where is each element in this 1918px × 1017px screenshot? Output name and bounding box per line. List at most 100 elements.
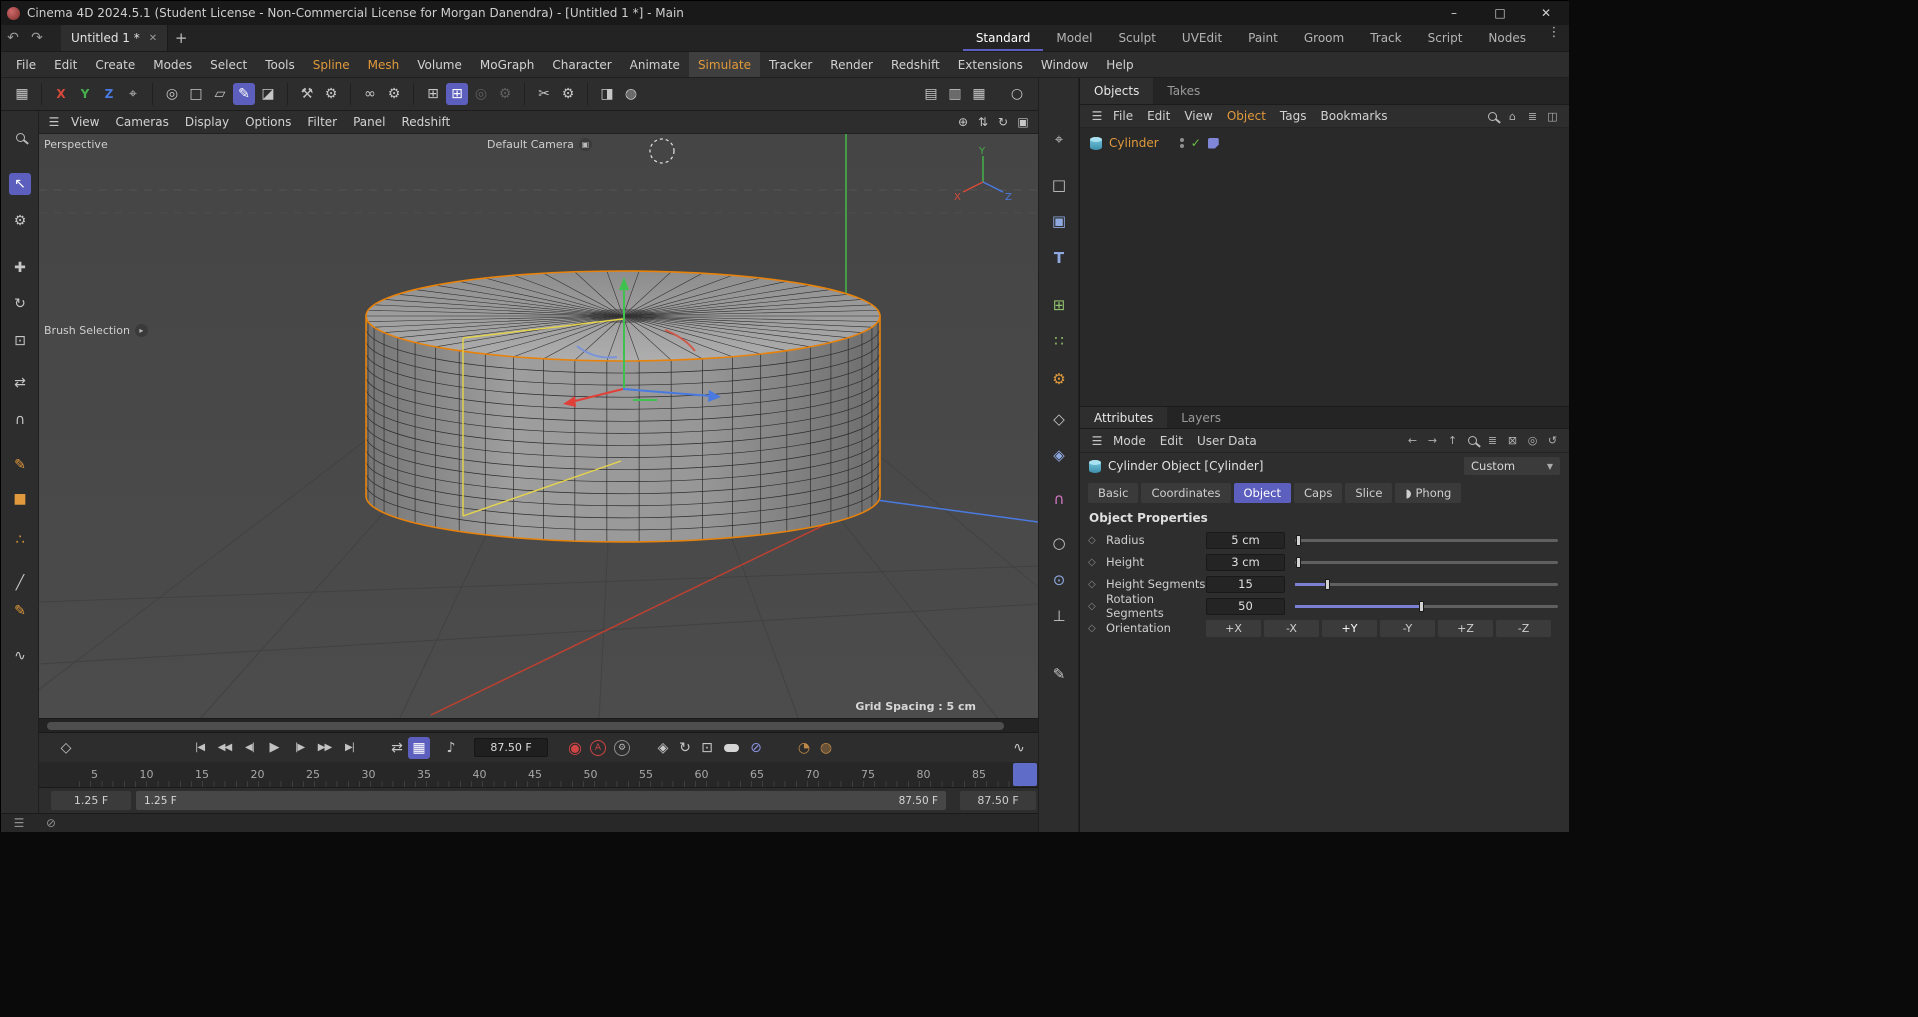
key-diamond-icon[interactable]: ◇ xyxy=(1088,557,1100,568)
range-slider[interactable]: 1.25 F 87.50 F xyxy=(136,791,946,810)
focus-icon[interactable]: ◎ xyxy=(1524,432,1541,449)
objects-menu-bookmarks[interactable]: Bookmarks xyxy=(1314,105,1395,127)
slider-handle[interactable] xyxy=(1419,601,1424,612)
layout-tab-uvedit[interactable]: UVEdit xyxy=(1169,25,1235,51)
up-icon[interactable]: ↑ xyxy=(1444,432,1461,449)
layout-tab-groom[interactable]: Groom xyxy=(1291,25,1357,51)
lock-icon[interactable]: ⊠ xyxy=(1504,432,1521,449)
matrix-object-icon[interactable]: ∷ xyxy=(1048,330,1070,352)
objects-menu-view[interactable]: View xyxy=(1177,105,1219,127)
scale-tool-icon[interactable]: ⊡ xyxy=(9,330,31,352)
cube-primitive-icon[interactable]: □ xyxy=(185,83,207,105)
world-icon[interactable]: ◍ xyxy=(815,737,837,759)
radius-slider[interactable] xyxy=(1295,539,1558,542)
sphere-object-icon[interactable]: ○ xyxy=(1048,532,1070,554)
objects-menu-tags[interactable]: Tags xyxy=(1273,105,1314,127)
slider-handle[interactable] xyxy=(1296,557,1301,568)
simulation-settings-icon[interactable]: ⚙ xyxy=(383,83,405,105)
cloner-object-icon[interactable]: ⊞ xyxy=(1048,294,1070,316)
keyframe-settings-button[interactable]: ⚙ xyxy=(614,740,630,756)
pan-view-icon[interactable]: ⊕ xyxy=(954,113,972,131)
redo-icon[interactable]: ↷ xyxy=(25,30,49,46)
object-label[interactable]: Cylinder xyxy=(1109,136,1159,150)
spline-object-icon[interactable]: ◈ xyxy=(1048,444,1070,466)
modeling-tool-icon[interactable]: ⚒ xyxy=(296,83,318,105)
rotation-segments-slider[interactable] xyxy=(1295,605,1558,608)
tool-hint-badge-icon[interactable]: ▸ xyxy=(135,324,148,337)
orientation-button-py[interactable]: +Y xyxy=(1322,620,1377,637)
key-diamond-icon[interactable]: ◇ xyxy=(1088,601,1100,612)
modeling-settings-icon[interactable]: ⚙ xyxy=(320,83,342,105)
attributes-menu-edit[interactable]: Edit xyxy=(1153,429,1190,452)
camera-toggle-icon[interactable]: ▣ xyxy=(579,138,592,151)
document-tab[interactable]: Untitled 1 * ✕ xyxy=(61,25,168,51)
point-mode-icon[interactable]: ∴ xyxy=(9,529,31,551)
key-parameter-icon[interactable]: ⊡ xyxy=(696,737,718,759)
menu-mesh[interactable]: Mesh xyxy=(359,52,409,77)
autokey-off-icon[interactable]: ⊘ xyxy=(745,737,767,759)
menu-tracker[interactable]: Tracker xyxy=(760,52,821,77)
range-start-field[interactable]: 1.25 F xyxy=(51,791,131,810)
next-frame-button[interactable]: |▶ xyxy=(287,737,312,758)
camera-label[interactable]: Default Camera ▣ xyxy=(487,138,592,151)
rotate-tool-icon[interactable]: ↻ xyxy=(9,293,31,315)
layout-tab-standard[interactable]: Standard xyxy=(963,25,1044,51)
current-frame-field[interactable]: 87.50 F xyxy=(474,738,548,757)
maximize-button[interactable]: □ xyxy=(1477,1,1523,25)
prev-key-button[interactable]: ◀◀ xyxy=(212,737,237,758)
live-selection-tool-icon[interactable]: ↖ xyxy=(9,173,31,195)
panel-icon[interactable]: ◫ xyxy=(1544,108,1561,125)
field-object-icon[interactable]: ◇ xyxy=(1048,408,1070,430)
layout-tab-paint[interactable]: Paint xyxy=(1235,25,1291,51)
workplane-settings-icon[interactable]: ⚙ xyxy=(494,83,516,105)
next-key-button[interactable]: ▶▶ xyxy=(312,737,337,758)
playhead[interactable] xyxy=(1013,763,1037,786)
tab-attributes[interactable]: Attributes xyxy=(1080,407,1167,428)
slider-handle[interactable] xyxy=(1296,535,1301,546)
menu-window[interactable]: Window xyxy=(1032,52,1097,77)
attributes-menu-mode[interactable]: Mode xyxy=(1106,429,1153,452)
undo-icon[interactable]: ↶ xyxy=(1,30,25,46)
viewport-menu-icon[interactable]: ☰ xyxy=(45,113,63,131)
search-icon[interactable] xyxy=(1464,432,1481,449)
layout-tab-script[interactable]: Script xyxy=(1415,25,1476,51)
timeline-ruler[interactable]: 510152025303540455055606570758085 xyxy=(39,762,1038,787)
radius-field[interactable]: 5 cm xyxy=(1206,532,1285,549)
section-tab-caps[interactable]: Caps xyxy=(1294,483,1342,503)
menu-file[interactable]: File xyxy=(7,52,45,77)
play-button[interactable]: ▶ xyxy=(262,737,287,758)
enabled-check-icon[interactable]: ✓ xyxy=(1191,136,1201,150)
viewport-menu-panel[interactable]: Panel xyxy=(345,111,393,133)
rotation-segments-field[interactable]: 50 xyxy=(1206,598,1285,615)
tab-layers[interactable]: Layers xyxy=(1167,407,1235,428)
menu-select[interactable]: Select xyxy=(201,52,256,77)
height-slider[interactable] xyxy=(1295,561,1558,564)
clock-icon[interactable]: ◔ xyxy=(793,737,815,759)
camera-object-icon[interactable]: ⊙ xyxy=(1048,569,1070,591)
stage-object-icon[interactable]: ⊥ xyxy=(1048,605,1070,627)
menu-mograph[interactable]: MoGraph xyxy=(471,52,544,77)
snapping-grid-icon[interactable]: ⊞ xyxy=(446,83,468,105)
coordinate-system-icon[interactable]: ⌖ xyxy=(122,83,144,105)
forward-icon[interactable]: → xyxy=(1424,432,1441,449)
snap-tool-icon[interactable]: ∩ xyxy=(9,409,31,431)
fcurve-editor-icon[interactable]: ∿ xyxy=(1008,737,1030,759)
menu-tools[interactable]: Tools xyxy=(256,52,304,77)
spline-mode-icon[interactable]: ∿ xyxy=(9,645,31,667)
status-render-icon[interactable]: ⊘ xyxy=(43,815,59,831)
attributes-menu-icon[interactable]: ☰ xyxy=(1088,432,1106,450)
sound-toggle-icon[interactable]: ♪ xyxy=(440,737,462,759)
height-segments-slider[interactable] xyxy=(1295,583,1558,586)
key-diamond-icon[interactable]: ◇ xyxy=(1088,579,1100,590)
objects-menu-file[interactable]: File xyxy=(1106,105,1140,127)
height-field[interactable]: 3 cm xyxy=(1206,554,1285,571)
viewport-menu-options[interactable]: Options xyxy=(237,111,299,133)
close-tab-icon[interactable]: ✕ xyxy=(149,33,157,44)
close-button[interactable]: ✕ xyxy=(1523,1,1569,25)
menu-redshift[interactable]: Redshift xyxy=(882,52,949,77)
bevel-tool-icon[interactable]: ◪ xyxy=(257,83,279,105)
team-render-icon[interactable]: ▦ xyxy=(968,83,990,105)
toggle-views-icon[interactable]: ▣ xyxy=(1014,113,1032,131)
menu-volume[interactable]: Volume xyxy=(408,52,471,77)
object-row-cylinder[interactable]: Cylinder ✓ xyxy=(1080,131,1569,155)
